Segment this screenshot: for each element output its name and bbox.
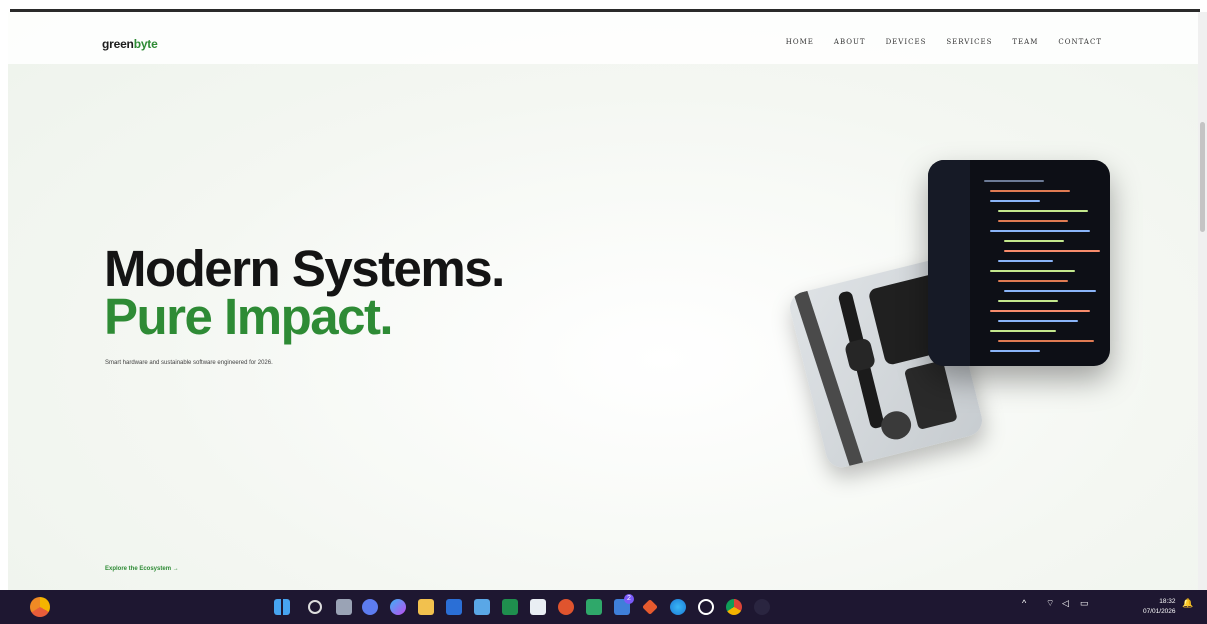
app-icon[interactable] <box>558 599 574 615</box>
nav-about-link[interactable]: ABOUT <box>834 38 866 46</box>
clock-date: 07/01/2026 <box>1143 608 1176 615</box>
volume-icon[interactable]: ◁ <box>1062 598 1069 609</box>
chrome-icon[interactable] <box>726 599 742 615</box>
code-line <box>990 310 1090 312</box>
code-line <box>998 260 1053 262</box>
word-icon[interactable] <box>446 599 462 615</box>
notepad-icon[interactable] <box>474 599 490 615</box>
code-line <box>984 180 1044 182</box>
watch-face <box>843 337 877 373</box>
nav-home-link[interactable]: HOME <box>786 38 814 46</box>
code-line <box>998 210 1088 212</box>
code-line <box>998 220 1068 222</box>
wifi-icon[interactable]: ⌔ <box>1046 598 1054 609</box>
code-line <box>1004 240 1064 242</box>
code-line <box>998 320 1078 322</box>
clock-time: 18:32 <box>1159 598 1176 605</box>
excel-icon[interactable] <box>502 599 518 615</box>
earbuds-case <box>878 408 915 443</box>
code-gutter <box>928 160 970 366</box>
code-line <box>990 350 1040 352</box>
brand-suffix: byte <box>133 37 158 51</box>
hero-subtitle: Smart hardware and sustainable software … <box>105 360 273 366</box>
system-clock[interactable]: 18:32 07/01/2026 <box>1143 597 1176 617</box>
hero-line-2: Pure Impact. <box>104 288 394 345</box>
nav-contact-link[interactable]: CONTACT <box>1058 38 1102 46</box>
battery-icon[interactable]: ▭ <box>1080 598 1089 609</box>
site-navbar: greenbyte HOME ABOUT DEVICES SERVICES TE… <box>8 12 1198 64</box>
page-scrollbar[interactable] <box>1198 12 1207 590</box>
file-explorer-icon[interactable] <box>418 599 434 615</box>
browser-top-edge <box>0 0 1207 12</box>
whatsapp-icon[interactable] <box>698 599 714 615</box>
code-line <box>1004 250 1100 252</box>
chat-icon[interactable] <box>362 599 378 615</box>
nav-services-link[interactable]: SERVICES <box>946 38 992 46</box>
obs-icon[interactable] <box>754 599 770 615</box>
website-page: greenbyte HOME ABOUT DEVICES SERVICES TE… <box>8 12 1198 590</box>
code-screen-photo <box>928 160 1110 366</box>
taskview-icon[interactable] <box>336 599 352 615</box>
copilot-icon[interactable] <box>390 599 406 615</box>
screenshot-icon[interactable] <box>586 599 602 615</box>
code-line <box>998 280 1068 282</box>
code-line <box>998 300 1058 302</box>
explore-ecosystem-link[interactable]: Explore the Ecosystem → <box>105 566 179 572</box>
code-line <box>1004 290 1096 292</box>
store-icon[interactable] <box>530 599 546 615</box>
edge-icon[interactable] <box>670 599 686 615</box>
hero-line-1: Modern Systems. <box>104 240 505 297</box>
phone-device <box>903 360 958 430</box>
code-line <box>990 200 1040 202</box>
search-icon[interactable] <box>308 600 322 614</box>
chrome-canary-icon[interactable] <box>30 597 50 617</box>
brand-logo[interactable]: greenbyte <box>102 37 158 51</box>
brand-prefix: green <box>102 37 134 51</box>
code-line <box>990 270 1075 272</box>
code-line <box>990 190 1070 192</box>
nav-devices-link[interactable]: DEVICES <box>886 38 927 46</box>
windows-start-icon[interactable] <box>274 599 290 615</box>
nav-menu: HOME ABOUT DEVICES SERVICES TEAM CONTACT <box>786 38 1102 46</box>
notification-bell-icon[interactable]: 🔔 <box>1182 598 1193 609</box>
hero-heading: Modern Systems. Pure Impact. <box>104 240 505 345</box>
chevron-up-icon[interactable]: ^ <box>1022 598 1026 608</box>
code-line <box>990 230 1090 232</box>
code-line <box>998 340 1094 342</box>
nav-team-link[interactable]: TEAM <box>1012 38 1038 46</box>
scrollbar-thumb[interactable] <box>1200 122 1205 232</box>
linkedin-badge: 2 <box>624 594 634 604</box>
code-line <box>990 330 1056 332</box>
